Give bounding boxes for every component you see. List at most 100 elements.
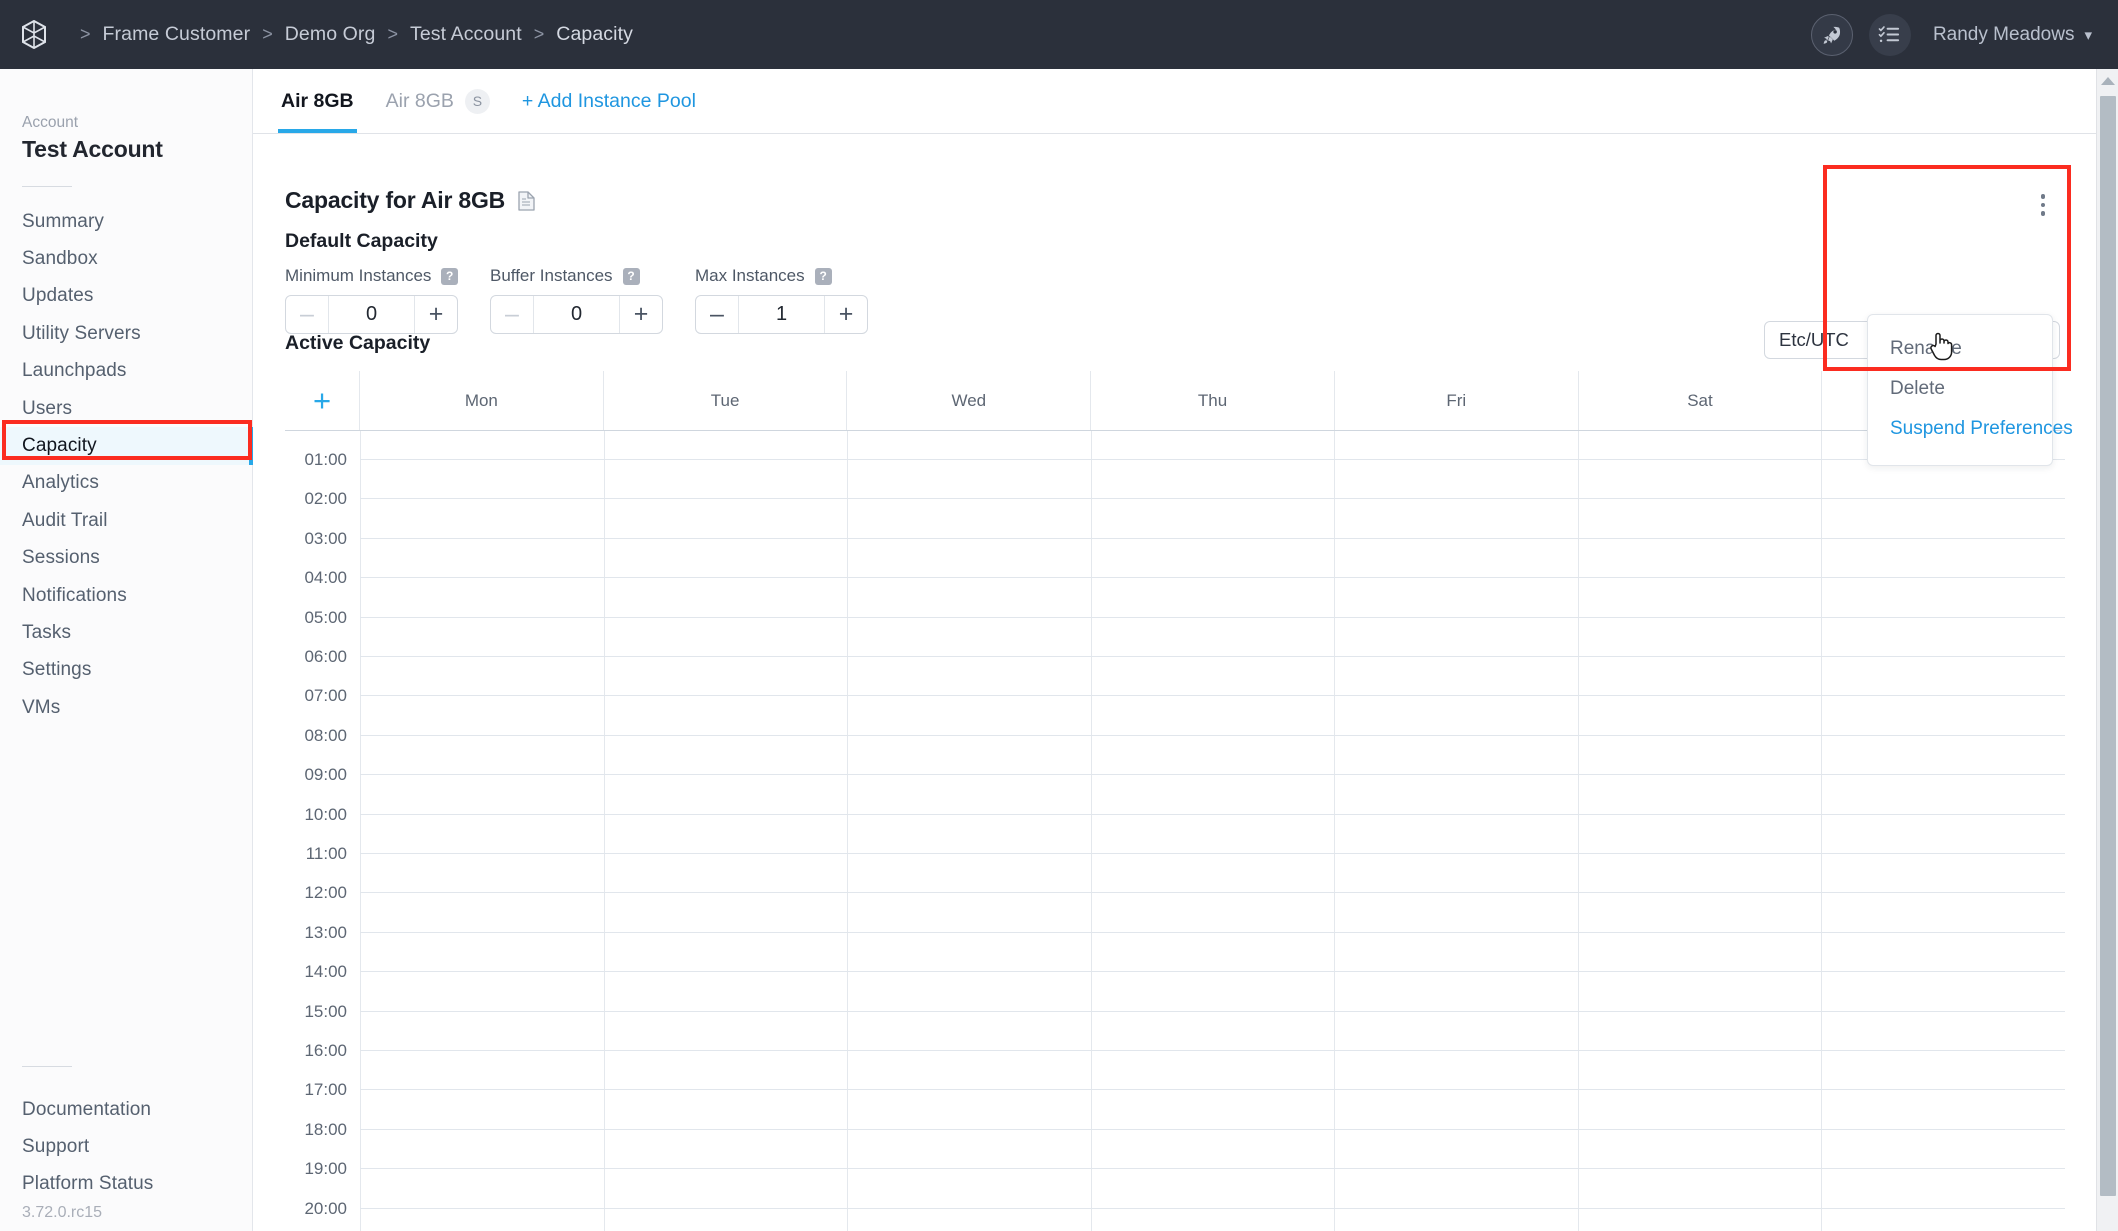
menu-item-delete[interactable]: Delete bbox=[1868, 369, 2052, 409]
tab-label: Air 8GB bbox=[281, 89, 354, 112]
scrollbar-thumb[interactable] bbox=[2100, 96, 2116, 1196]
max-instances-label-row: Max Instances ? bbox=[695, 266, 868, 286]
buffer-instances-increment[interactable]: + bbox=[619, 296, 662, 333]
buffer-instances-label: Buffer Instances bbox=[490, 266, 613, 285]
tab-air-8gb[interactable]: Air 8GB bbox=[265, 69, 370, 133]
sidebar-item-sandbox[interactable]: Sandbox bbox=[0, 240, 253, 277]
cube-logo-icon bbox=[22, 20, 46, 49]
sidebar-item-label: Utility Servers bbox=[22, 322, 141, 344]
max-instances-decrement[interactable]: – bbox=[696, 296, 739, 333]
buffer-instances-stepper[interactable]: – 0 + bbox=[490, 295, 663, 334]
sidebar-item-label: Analytics bbox=[22, 472, 99, 494]
sidebar-item-label: Support bbox=[22, 1136, 90, 1158]
document-icon[interactable] bbox=[518, 190, 535, 211]
calendar-hour-label: 04:00 bbox=[304, 568, 347, 588]
calendar-hour-label: 13:00 bbox=[304, 922, 347, 942]
calendar-hour-label: 10:00 bbox=[304, 804, 347, 824]
calendar-column-sat[interactable] bbox=[1577, 431, 1822, 1231]
calendar-column-wed[interactable] bbox=[847, 431, 1091, 1231]
sidebar-item-analytics[interactable]: Analytics bbox=[0, 465, 253, 502]
tab-air-8gb-s[interactable]: Air 8GB S bbox=[370, 69, 506, 133]
calendar-column-tue[interactable] bbox=[603, 431, 848, 1231]
sidebar-item-tasks[interactable]: Tasks bbox=[0, 614, 253, 651]
calendar-hour-gridline bbox=[360, 537, 2065, 539]
max-instances-stepper[interactable]: – 1 + bbox=[695, 295, 868, 334]
calendar-day-sat: Sat bbox=[1579, 371, 1823, 430]
add-instance-pool-button[interactable]: + Add Instance Pool bbox=[506, 69, 712, 133]
minimum-instances-decrement[interactable]: – bbox=[286, 296, 329, 333]
calendar-time-gutter bbox=[285, 431, 360, 1231]
calendar-hour-gridline bbox=[360, 1089, 2065, 1091]
vertical-scrollbar[interactable] bbox=[2096, 69, 2118, 1231]
sidebar-item-support[interactable]: Support bbox=[0, 1128, 253, 1165]
help-icon[interactable]: ? bbox=[441, 267, 458, 285]
minimum-instances-label: Minimum Instances bbox=[285, 266, 432, 285]
minimum-instances-value[interactable]: 0 bbox=[329, 296, 414, 333]
buffer-instances-value[interactable]: 0 bbox=[534, 296, 619, 333]
sidebar-item-sessions[interactable]: Sessions bbox=[0, 540, 253, 577]
sidebar-item-platform-status[interactable]: Platform Status bbox=[0, 1166, 253, 1203]
max-instances-increment[interactable]: + bbox=[824, 296, 867, 333]
sidebar-item-summary[interactable]: Summary bbox=[0, 203, 253, 240]
calendar-hour-gridline bbox=[360, 813, 2065, 815]
buffer-instances-label-row: Buffer Instances ? bbox=[490, 266, 663, 286]
sidebar-item-notifications[interactable]: Notifications bbox=[0, 577, 253, 614]
sidebar-item-vms[interactable]: VMs bbox=[0, 689, 253, 726]
calendar-header: + Mon Tue Wed Thu Fri Sat Sun bbox=[285, 371, 2065, 431]
sidebar-item-label: Sessions bbox=[22, 547, 100, 569]
help-icon[interactable]: ? bbox=[622, 267, 640, 285]
checklist-icon bbox=[1879, 26, 1900, 43]
calendar-body[interactable]: 01:00 02:00 03:00 04:00 05:00 06:00 07:00 08:00… bbox=[285, 431, 2065, 1231]
default-capacity-heading: Default Capacity bbox=[285, 230, 438, 252]
calendar-hour-gridline bbox=[360, 498, 2065, 500]
calendar-column-fri[interactable] bbox=[1334, 431, 1578, 1231]
calendar-hour-label: 17:00 bbox=[304, 1080, 347, 1100]
minimum-instances-label-row: Minimum Instances ? bbox=[285, 266, 458, 286]
minimum-instances-stepper[interactable]: – 0 + bbox=[285, 295, 458, 334]
sidebar-item-launchpads[interactable]: Launchpads bbox=[0, 353, 253, 390]
minimum-instances-increment[interactable]: + bbox=[414, 296, 457, 333]
sidebar-item-capacity[interactable]: Capacity bbox=[0, 427, 253, 466]
sidebar-section-label: Account bbox=[22, 114, 79, 131]
menu-item-suspend-preferences[interactable]: Suspend Preferences bbox=[1868, 409, 2073, 449]
scroll-up-arrow-icon[interactable] bbox=[2101, 77, 2115, 85]
sidebar-item-updates[interactable]: Updates bbox=[0, 278, 253, 315]
calendar-hour-gridline bbox=[360, 1128, 2065, 1130]
calendar-hour-label: 19:00 bbox=[304, 1159, 347, 1179]
sidebar-item-documentation[interactable]: Documentation bbox=[0, 1091, 253, 1128]
more-vertical-icon[interactable] bbox=[2030, 190, 2056, 220]
minimum-instances-group: Minimum Instances ? – 0 + bbox=[285, 266, 458, 334]
user-menu-button[interactable]: Randy Meadows ▾ bbox=[1933, 24, 2092, 46]
buffer-instances-decrement[interactable]: – bbox=[491, 296, 534, 333]
breadcrumb-item-frame-customer[interactable]: Frame Customer bbox=[103, 23, 251, 46]
logo-button[interactable] bbox=[0, 20, 68, 49]
calendar-day-tue: Tue bbox=[604, 371, 848, 430]
help-icon[interactable]: ? bbox=[814, 267, 832, 285]
sidebar-item-label: Notifications bbox=[22, 584, 127, 606]
calendar-column-mon[interactable] bbox=[360, 431, 604, 1231]
rocket-button[interactable] bbox=[1810, 13, 1853, 56]
menu-item-rename[interactable]: Rename bbox=[1868, 329, 2052, 369]
calendar-hour-gridline bbox=[360, 734, 2065, 736]
sidebar-item-settings[interactable]: Settings bbox=[0, 652, 253, 689]
calendar-hour-gridline bbox=[360, 459, 2065, 460]
breadcrumb-item-capacity[interactable]: Capacity bbox=[556, 23, 633, 46]
calendar-hour-gridline bbox=[360, 1010, 2065, 1012]
calendar-hour-label: 18:00 bbox=[304, 1119, 347, 1139]
calendar-hour-label: 14:00 bbox=[304, 962, 347, 982]
max-instances-value[interactable]: 1 bbox=[739, 296, 824, 333]
breadcrumb-item-demo-org[interactable]: Demo Org bbox=[285, 23, 376, 46]
calendar-column-sun[interactable] bbox=[1821, 431, 2065, 1231]
add-schedule-button[interactable]: + bbox=[285, 371, 360, 430]
calendar-hour-gridline bbox=[360, 1207, 2065, 1209]
buffer-instances-group: Buffer Instances ? – 0 + bbox=[490, 266, 663, 334]
tasks-button[interactable] bbox=[1868, 13, 1911, 56]
chevron-down-icon: ▾ bbox=[2084, 27, 2092, 44]
breadcrumb-item-test-account[interactable]: Test Account bbox=[410, 23, 522, 46]
sidebar-item-utility-servers[interactable]: Utility Servers bbox=[0, 315, 253, 352]
sidebar-item-audit-trail[interactable]: Audit Trail bbox=[0, 502, 253, 539]
calendar-column-thu[interactable] bbox=[1090, 431, 1335, 1231]
calendar-hour-label: 16:00 bbox=[304, 1041, 347, 1060]
sidebar-item-users[interactable]: Users bbox=[0, 390, 253, 427]
sidebar-item-label: VMs bbox=[22, 696, 61, 718]
